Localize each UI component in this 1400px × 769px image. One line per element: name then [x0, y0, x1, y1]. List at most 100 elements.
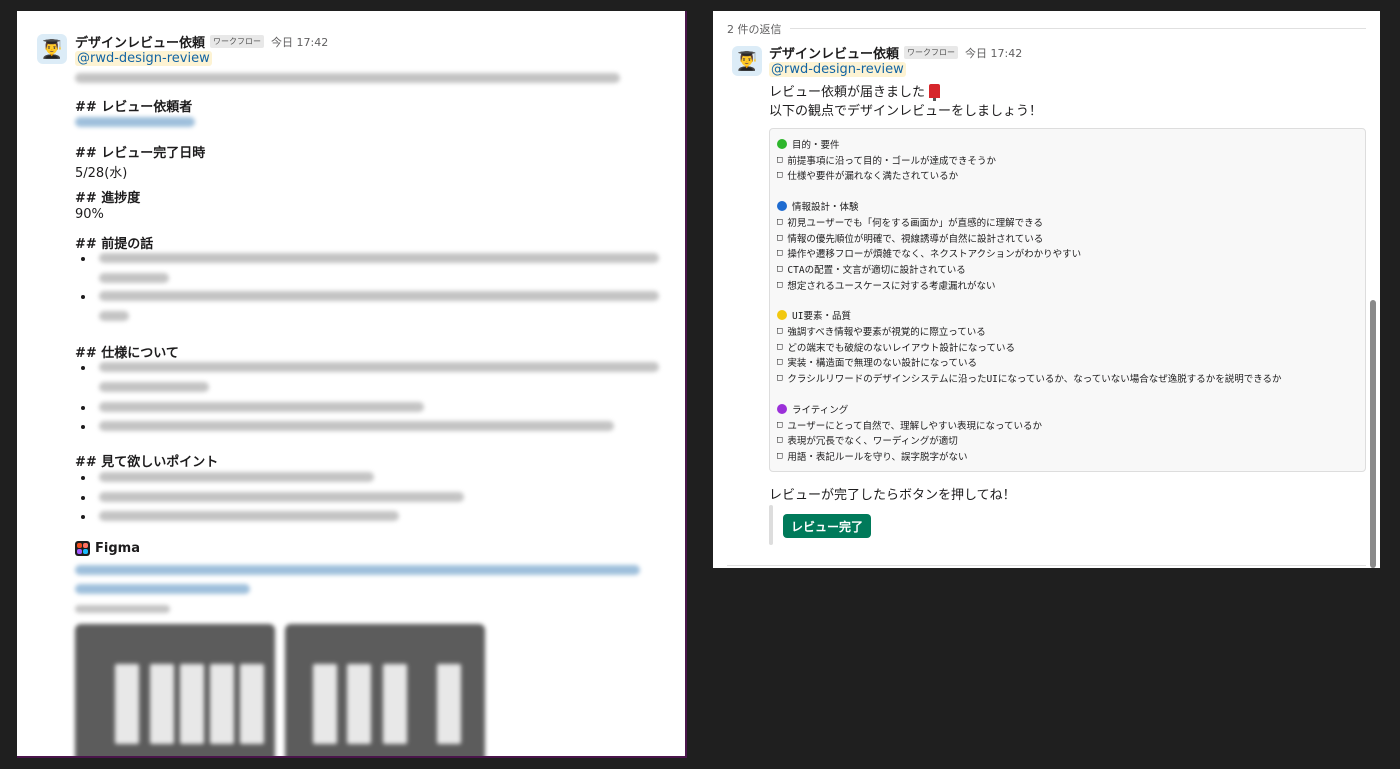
category-dot-icon: [777, 310, 787, 321]
workflow-badge: ワークフロー: [904, 46, 959, 59]
blurred-bullet-text: [99, 492, 464, 502]
blurred-bullet-text: [99, 253, 659, 263]
figma-thumbnail[interactable]: [75, 624, 275, 756]
checklist-text: ライティング: [792, 404, 849, 416]
blurred-bullet-text: [99, 382, 209, 392]
thread-scrollbar[interactable]: [1370, 300, 1376, 568]
checkbox-icon: □: [777, 232, 783, 243]
section-heading: ## レビュー完了日時: [75, 146, 206, 161]
checkbox-icon: □: [777, 170, 783, 181]
quote-bar: [769, 505, 773, 545]
checklist-text: 情報の優先順位が明確で、視線誘導が自然に設計されている: [787, 233, 1044, 245]
progress-value: 90%: [75, 207, 104, 222]
checklist-text: クラシルリワードのデザインシステムに沿ったUIになっているか、なっていない場合な…: [787, 374, 1282, 386]
bot-avatar[interactable]: 👨‍🎓: [37, 34, 67, 64]
checklist-item: □ 仕様や要件が漏れなく満たされているか: [777, 168, 958, 182]
checklist-item: □ クラシルリワードのデザインシステムに沿ったUIになっているか、なっていない場合…: [777, 371, 1282, 385]
figma-attachment-header: Figma: [75, 541, 140, 556]
due-date-value: 5/28(水): [75, 166, 128, 181]
section-heading: ## 進捗度: [75, 191, 141, 206]
checklist-text: ユーザーにとって自然で、理解しやすい表現になっているか: [787, 420, 1043, 432]
composer-divider: [727, 565, 1366, 566]
checklist-text: 表現が冗長でなく、ワーディングが適切: [787, 436, 958, 448]
checklist-item: □ 想定されるユースケースに対する考慮漏れがない: [777, 278, 995, 292]
blurred-file-meta[interactable]: [75, 605, 170, 613]
checkbox-icon: □: [777, 357, 783, 368]
figma-label: Figma: [95, 541, 140, 556]
message-header: デザインレビュー依頼 ワークフロー 今日 17:42: [769, 43, 1022, 62]
checklist-text: 用語・表記ルールを守り、誤字脱字がない: [787, 451, 968, 463]
checklist-text: 前提事項に沿って目的・ゴールが達成できそうか: [787, 155, 996, 167]
checkbox-icon: □: [777, 373, 783, 384]
checklist-item: □ 強調すべき情報や要素が視覚的に際立っている: [777, 324, 986, 338]
bot-avatar[interactable]: 👨‍🎓: [732, 46, 762, 76]
checkbox-icon: □: [777, 263, 783, 274]
checkbox-icon: □: [777, 450, 783, 461]
checklist-item: □ 操作や遷移フローが煩雑でなく、ネクストアクションがわかりやすい: [777, 246, 1081, 260]
checklist-text: どの端末でも破綻のないレイアウト設計になっている: [787, 342, 1015, 354]
category-dot-icon: [777, 201, 787, 212]
blurred-bullet-text: [99, 311, 129, 321]
checklist-text: CTAの配置・文言が適切に設計されている: [787, 264, 966, 276]
checklist-item: □ 情報の優先順位が明確で、視線誘導が自然に設計されている: [777, 231, 1043, 245]
bullet: [81, 295, 85, 299]
blurred-bullet-text: [99, 421, 614, 431]
group-mention[interactable]: @rwd-design-review: [769, 62, 906, 77]
checkbox-icon: □: [777, 326, 783, 336]
figma-icon: [75, 541, 90, 556]
sender-name[interactable]: デザインレビュー依頼: [769, 43, 899, 62]
blurred-bullet-text: [99, 511, 399, 521]
blurred-intro-text: [75, 73, 620, 83]
checklist-item: □ ユーザーにとって自然で、理解しやすい表現になっているか: [777, 418, 1042, 432]
checklist-text: UI要素・品質: [792, 311, 851, 323]
bullet: [81, 515, 85, 519]
checkbox-icon: □: [777, 435, 783, 446]
checkbox-icon: □: [777, 279, 783, 290]
checklist-item: □ 実装・構造面で無理のない設計になっている: [777, 355, 977, 369]
checklist-text: 想定されるユースケースに対する考慮漏れがない: [787, 280, 996, 292]
blurred-bullet-text: [99, 402, 424, 412]
bullet: [81, 257, 85, 261]
checklist-text: 強調すべき情報や要素が視覚的に際立っている: [787, 327, 986, 338]
blurred-bullet-text: [99, 273, 169, 283]
bullet: [81, 425, 85, 429]
blurred-requester[interactable]: [75, 117, 195, 127]
checklist-text: 初見ユーザーでも「何をする画面か」が直感的に理解できる: [787, 217, 1043, 229]
left-message-pane: 👨‍🎓 デザインレビュー依頼 ワークフロー 今日 17:42 @rwd-desi…: [17, 11, 687, 758]
checklist-item: □ 初見ユーザーでも「何をする画面か」が直感的に理解できる: [777, 215, 1043, 229]
bullet: [81, 496, 85, 500]
section-heading: ## 見て欲しいポイント: [75, 455, 219, 470]
blurred-figma-link[interactable]: [75, 565, 640, 575]
review-checklist-block: 目的・要件 □ 前提事項に沿って目的・ゴールが達成できそうか □ 仕様や要件が漏れなく満…: [769, 128, 1366, 472]
review-complete-button[interactable]: レビュー完了: [783, 514, 872, 538]
checklist-text: 情報設計・体験: [792, 202, 859, 214]
checkbox-icon: □: [777, 419, 783, 430]
postbox-icon: [929, 84, 941, 101]
checklist-category: ライティング: [777, 402, 848, 416]
checklist-text: 操作や遷移フローが煩雑でなく、ネクストアクションがわかりやすい: [787, 249, 1082, 261]
timestamp[interactable]: 今日 17:42: [965, 45, 1022, 61]
checklist-item: □ どの端末でも破綻のないレイアウト設計になっている: [777, 340, 1015, 354]
sender-name[interactable]: デザインレビュー依頼: [75, 32, 205, 51]
timestamp[interactable]: 今日 17:42: [271, 34, 328, 50]
figma-thumbnail[interactable]: [285, 624, 485, 756]
bullet: [81, 476, 85, 480]
section-heading: ## 仕様について: [75, 346, 179, 361]
category-dot-icon: [777, 403, 787, 414]
checklist-item: □ 前提事項に沿って目的・ゴールが達成できそうか: [777, 153, 996, 167]
checklist-item: □ CTAの配置・文言が適切に設計されている: [777, 262, 966, 276]
group-mention[interactable]: @rwd-design-review: [75, 51, 212, 66]
bullet: [81, 366, 85, 370]
closing-text: レビューが完了したらボタンを押してね！: [769, 488, 1016, 503]
checkbox-icon: □: [777, 154, 783, 165]
reply-divider: [727, 28, 1366, 29]
section-heading: ## レビュー依頼者: [75, 100, 193, 115]
reply-count: 2 件の返信: [727, 21, 790, 37]
message-line-text: レビュー依頼が届きました: [769, 85, 926, 100]
message-header: デザインレビュー依頼 ワークフロー 今日 17:42: [75, 32, 328, 51]
checklist-text: 仕様や要件が漏れなく満たされているか: [787, 171, 959, 183]
blurred-figma-link[interactable]: [75, 584, 250, 594]
blurred-bullet-text: [99, 362, 659, 372]
message-line: 以下の観点でデザインレビューをしましょう！: [769, 104, 1043, 119]
workflow-badge: ワークフロー: [210, 35, 265, 48]
